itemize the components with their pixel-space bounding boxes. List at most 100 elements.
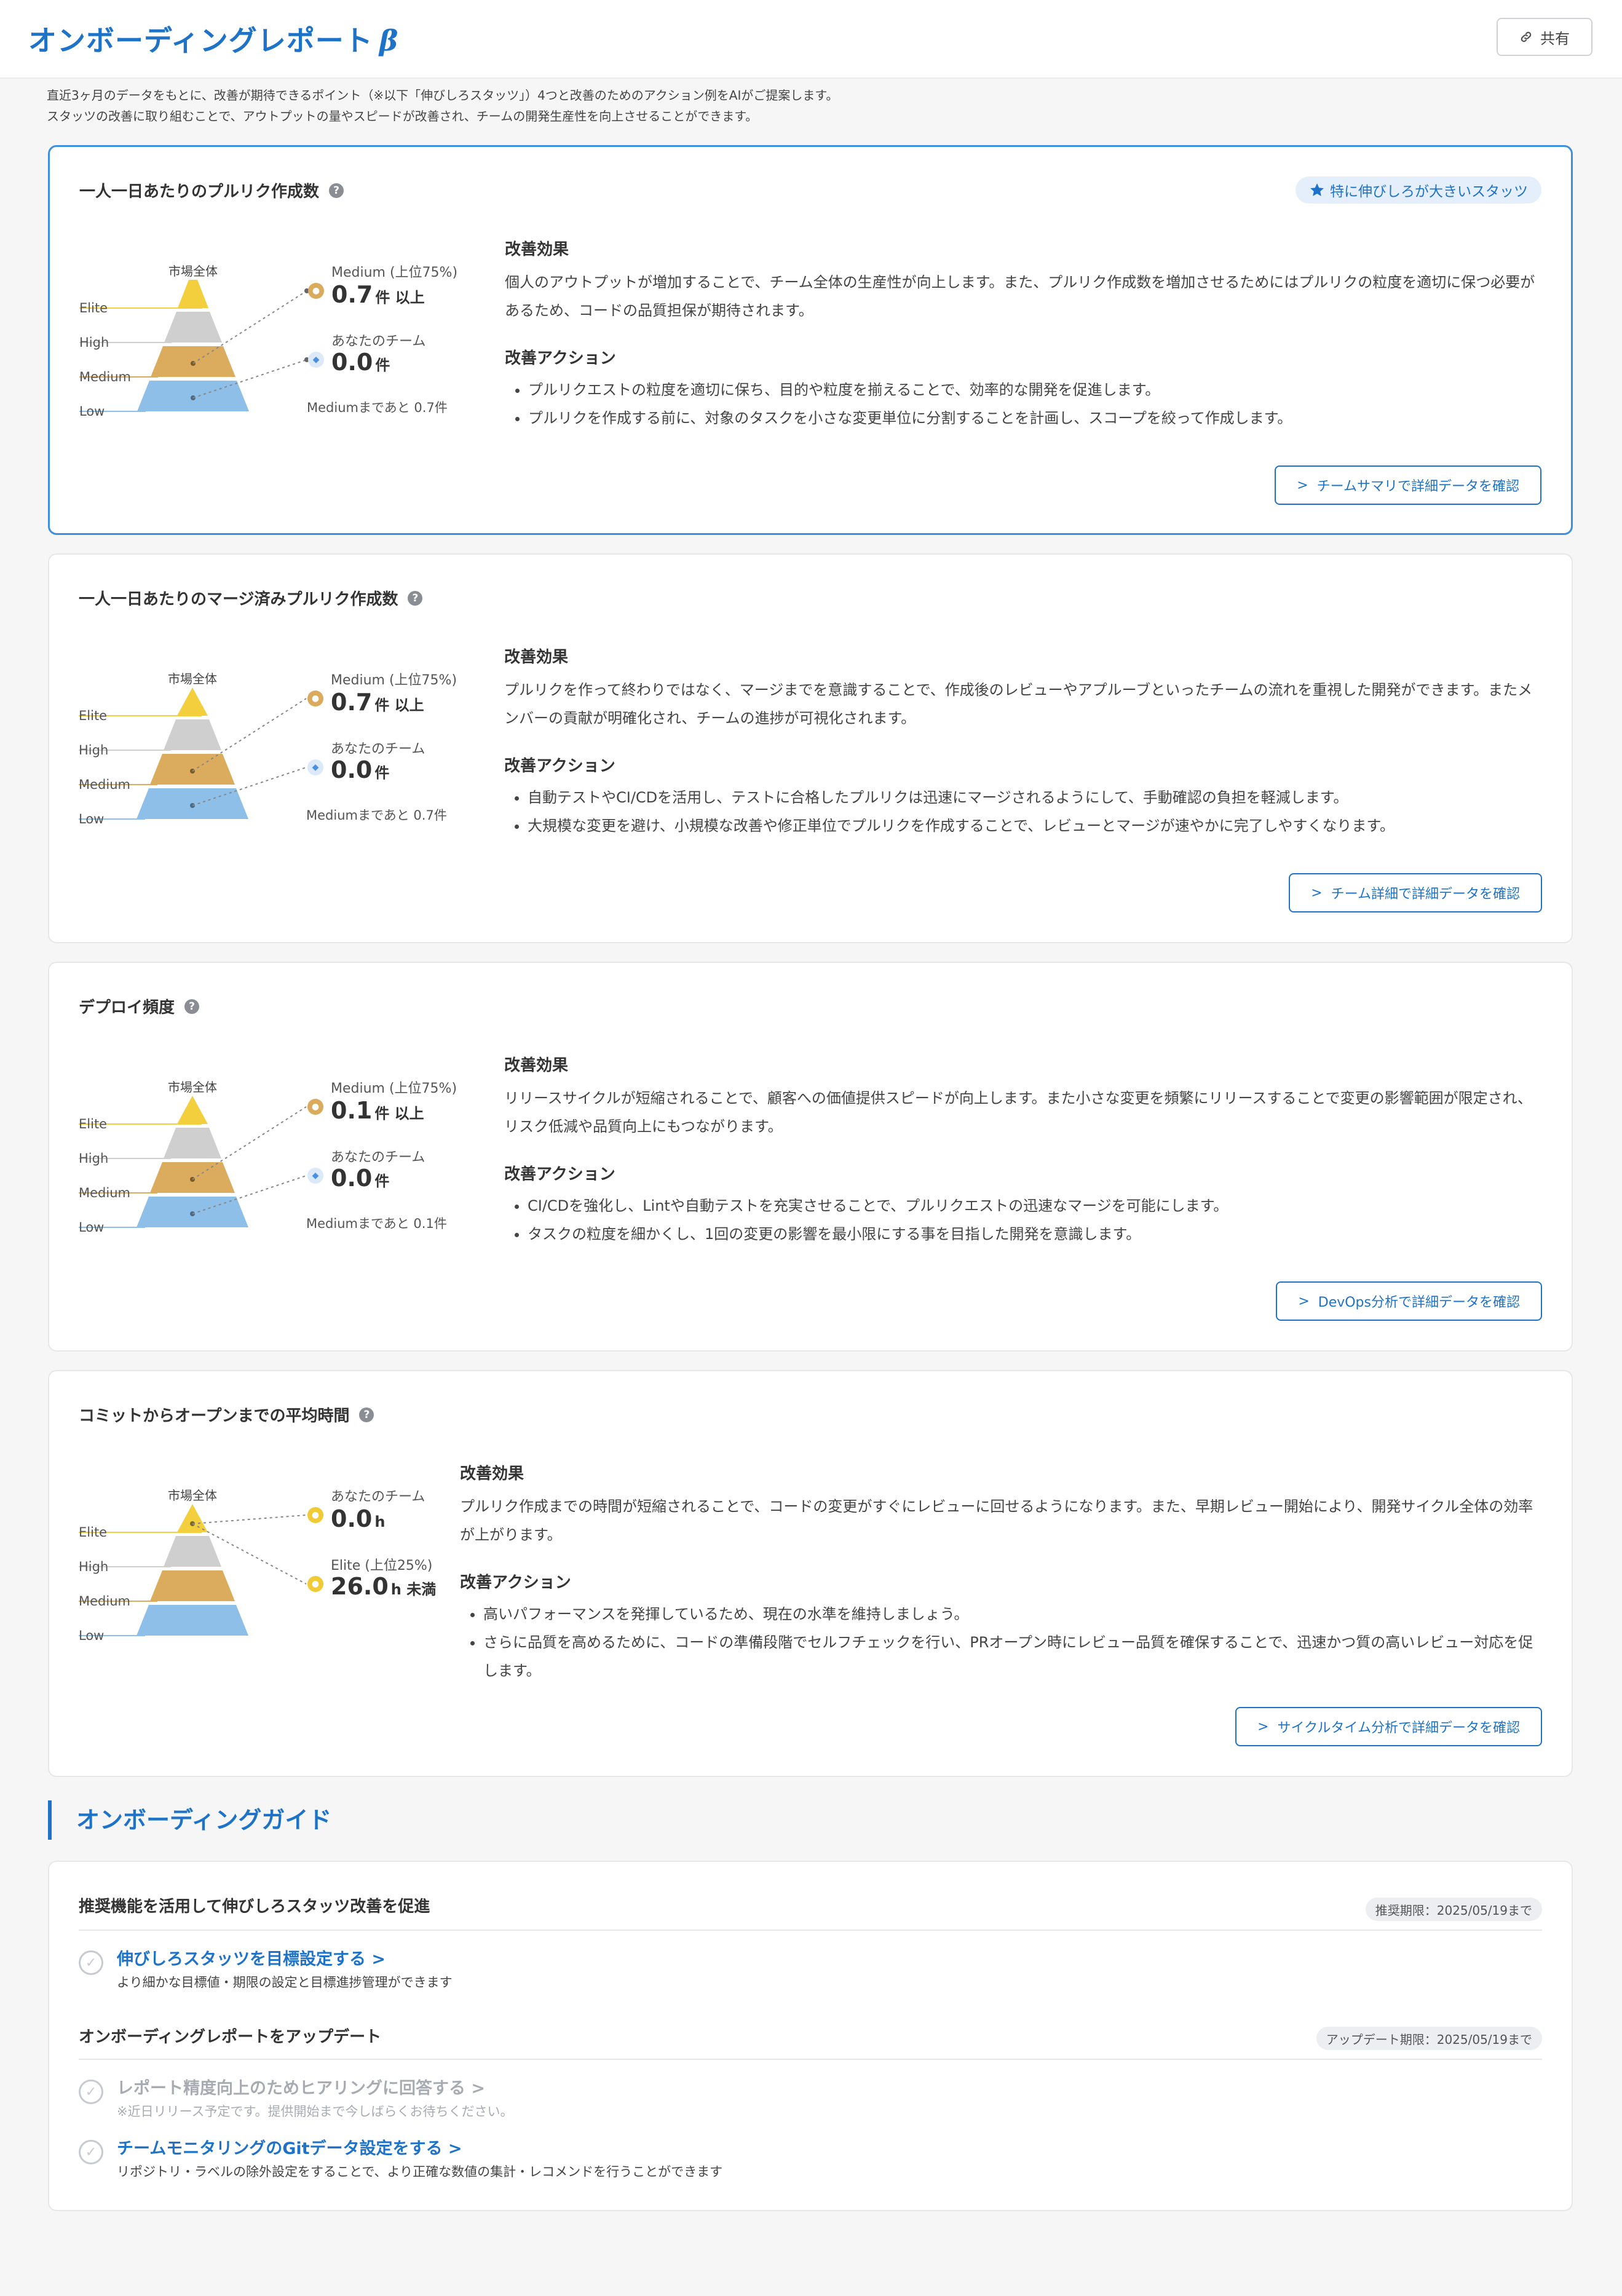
detail-link-label: DevOps分析で詳細データを確認 bbox=[1318, 1295, 1520, 1310]
divider bbox=[79, 1930, 1542, 1931]
market-label: 市場全体 bbox=[168, 1080, 217, 1095]
team-marker-icon: ◆ bbox=[308, 352, 324, 368]
action-item: さらに品質を高めるために、コードの準備段階でセルフチェックを行い、PRオープン時… bbox=[483, 1628, 1542, 1685]
tier-elite-shape bbox=[177, 1096, 208, 1124]
deadline-badge: 推奨期限：2025/05/19まで bbox=[1365, 1898, 1542, 1921]
chevron-right-icon: > bbox=[371, 1950, 386, 1969]
guide-card: 推奨機能を活用して伸びしろスタッツ改善を促進 推奨期限：2025/05/19まで… bbox=[48, 1861, 1573, 2211]
target-label: Medium (上位75%) bbox=[331, 1081, 457, 1096]
card-title: コミットからオープンまでの平均時間 ? bbox=[79, 1403, 374, 1426]
detail-link-button[interactable]: > DevOps分析で詳細データを確認 bbox=[1276, 1281, 1542, 1321]
level-high: High bbox=[79, 1559, 109, 1574]
action-heading: 改善アクション bbox=[460, 1574, 571, 1592]
target-label: Elite (上位25%) bbox=[331, 1558, 433, 1574]
guide-group-title: 推奨機能を活用して伸びしろスタッツ改善を促進 bbox=[79, 1898, 430, 1916]
detail-link-button[interactable]: > チーム詳細で詳細データを確認 bbox=[1289, 873, 1542, 912]
action-item: プルリクエストの粒度を適切に保ち、目的や粒度を揃えることで、効率的な開発を促進し… bbox=[528, 376, 1541, 404]
help-icon[interactable]: ? bbox=[329, 183, 344, 198]
guide-heading: オンボーディングガイド bbox=[48, 1800, 331, 1840]
level-elite: Elite bbox=[79, 301, 108, 315]
guide-link[interactable]: チームモニタリングのGitデータ設定をする > bbox=[117, 2135, 462, 2159]
action-list: 自動テストやCI/CDを活用し、テストに合格したプルリクは迅速にマージされるよう… bbox=[504, 783, 1542, 840]
target-unit: 件 以上 bbox=[374, 697, 424, 714]
guide-link[interactable]: 伸びしろスタッツを目標設定する > bbox=[117, 1946, 386, 1969]
effect-text: リリースサイクルが短縮されることで、顧客への価値提供スピードが向上します。また小… bbox=[504, 1090, 1532, 1135]
level-medium: Medium bbox=[79, 777, 130, 792]
card-content: 改善効果 リリースサイクルが短縮されることで、顧客への価値提供スピードが向上しま… bbox=[504, 1053, 1542, 1248]
tier-high bbox=[164, 312, 222, 342]
guide-link-label: チームモニタリングのGitデータ設定をする bbox=[117, 2139, 443, 2158]
check-circle-icon: ✓ bbox=[79, 2080, 103, 2104]
star-icon bbox=[1310, 183, 1324, 196]
stat-card-merged-pr: 一人一日あたりのマージ済みプルリク作成数 ? 市場全体 Elite High M… bbox=[48, 553, 1573, 943]
level-medium: Medium bbox=[79, 1186, 130, 1200]
help-icon[interactable]: ? bbox=[408, 590, 423, 606]
team-unit: 件 bbox=[375, 357, 390, 374]
action-heading: 改善アクション bbox=[504, 757, 615, 775]
gap-note: Mediumまであと 0.7件 bbox=[306, 808, 447, 823]
effect-heading: 改善効果 bbox=[504, 648, 569, 667]
card-title: 一人一日あたりのプルリク作成数 ? bbox=[79, 179, 344, 202]
team-marker-icon: ◆ bbox=[307, 759, 323, 775]
tier-elite-shape bbox=[178, 280, 208, 308]
divider bbox=[79, 2059, 1542, 2060]
level-pyramid: 市場全体 Elite High Medium Low ● Medium (上位7… bbox=[79, 669, 478, 853]
card-content: 改善効果 プルリクを作って終わりではなく、マージまでを意識することで、作成後のレ… bbox=[504, 644, 1542, 840]
team-unit: h bbox=[374, 1513, 386, 1530]
team-unit: 件 bbox=[374, 764, 390, 782]
level-pyramid: 市場全体 Elite High Medium Low ● あなたのチーム 0.0… bbox=[79, 1486, 478, 1670]
share-button[interactable]: 共有 bbox=[1497, 18, 1592, 56]
chevron-right-icon: > bbox=[1297, 477, 1308, 493]
deadline-badge: アップデート期限：2025/05/19まで bbox=[1316, 2027, 1542, 2050]
level-medium: Medium bbox=[79, 1594, 130, 1609]
action-item: 高いパフォーマンスを発揮しているため、現在の水準を維持しましょう。 bbox=[483, 1600, 1542, 1628]
team-value: 0.0 bbox=[331, 349, 373, 376]
level-pyramid: 市場全体 Elite High Medium Low ● Medium (上位7… bbox=[79, 1077, 478, 1262]
detail-link-button[interactable]: > サイクルタイム分析で詳細データを確認 bbox=[1235, 1707, 1542, 1746]
team-label: あなたのチーム bbox=[331, 742, 425, 757]
target-label: Medium (上位75%) bbox=[331, 673, 457, 688]
gap-note: Mediumまであと 0.1件 bbox=[306, 1216, 447, 1231]
target-value: 0.7 bbox=[331, 281, 373, 308]
level-pyramid: 市場全体 Elite High Medium Low ● Medium (上位7… bbox=[79, 261, 479, 446]
help-icon[interactable]: ? bbox=[359, 1407, 374, 1422]
level-high: High bbox=[79, 335, 109, 350]
detail-link-button[interactable]: > チームサマリで詳細データを確認 bbox=[1275, 465, 1541, 505]
medium-marker-icon: ● bbox=[308, 283, 324, 299]
team-value: 0.0 bbox=[331, 756, 373, 783]
page-title-text: オンボーディングレポート bbox=[28, 24, 373, 57]
target-unit: h 未満 bbox=[390, 1581, 437, 1598]
tier-high bbox=[164, 1128, 221, 1158]
market-label: 市場全体 bbox=[168, 1488, 217, 1503]
stat-card-commit-to-open: コミットからオープンまでの平均時間 ? 市場全体 Elite High Medi… bbox=[48, 1370, 1573, 1777]
level-high: High bbox=[79, 1151, 109, 1166]
help-icon[interactable]: ? bbox=[184, 999, 200, 1014]
level-high: High bbox=[79, 743, 109, 758]
action-list: CI/CDを強化し、Lintや自動テストを充実させることで、プルリクエストの迅速… bbox=[504, 1192, 1542, 1248]
check-circle-icon: ✓ bbox=[79, 1950, 103, 1975]
gap-note: Mediumまであと 0.7件 bbox=[307, 400, 448, 415]
action-item: CI/CDを強化し、Lintや自動テストを充実させることで、プルリクエストの迅速… bbox=[528, 1192, 1542, 1220]
target-value: 0.7 bbox=[331, 689, 373, 716]
guide-link-label: 伸びしろスタッツを目標設定する bbox=[117, 1950, 366, 1969]
detail-link-label: チームサマリで詳細データを確認 bbox=[1316, 479, 1519, 494]
tier-medium bbox=[150, 1570, 235, 1601]
tier-low bbox=[136, 1605, 248, 1636]
team-marker-icon: ● bbox=[307, 1507, 323, 1523]
intro-line-2: スタッツの改善に取り組むことで、アウトプットの量やスピードが改善され、チームの開… bbox=[47, 109, 758, 124]
target-label: Medium (上位75%) bbox=[331, 265, 458, 280]
highlight-badge: 特に伸びしろが大きいスタッツ bbox=[1296, 176, 1541, 204]
card-content: 改善効果 プルリク作成までの時間が短縮されることで、コードの変更がすぐにレビュー… bbox=[460, 1461, 1542, 1685]
target-value: 26.0 bbox=[331, 1573, 389, 1600]
card-title-text: デプロイ頻度 bbox=[79, 999, 175, 1017]
level-elite: Elite bbox=[79, 708, 108, 723]
level-low: Low bbox=[79, 812, 105, 826]
tier-elite-shape bbox=[177, 1504, 208, 1532]
team-unit: 件 bbox=[374, 1173, 390, 1190]
guide-link-disabled: レポート精度向上のためヒアリングに回答する > bbox=[117, 2075, 485, 2099]
action-heading: 改善アクション bbox=[505, 349, 616, 368]
tier-high bbox=[164, 1536, 221, 1567]
action-item: 大規模な変更を避け、小規模な改善や修正単位でプルリクを作成することで、レビューと… bbox=[528, 812, 1542, 840]
badge-label: 特に伸びしろが大きいスタッツ bbox=[1330, 184, 1528, 200]
detail-link-label: チーム詳細で詳細データを確認 bbox=[1331, 887, 1520, 902]
